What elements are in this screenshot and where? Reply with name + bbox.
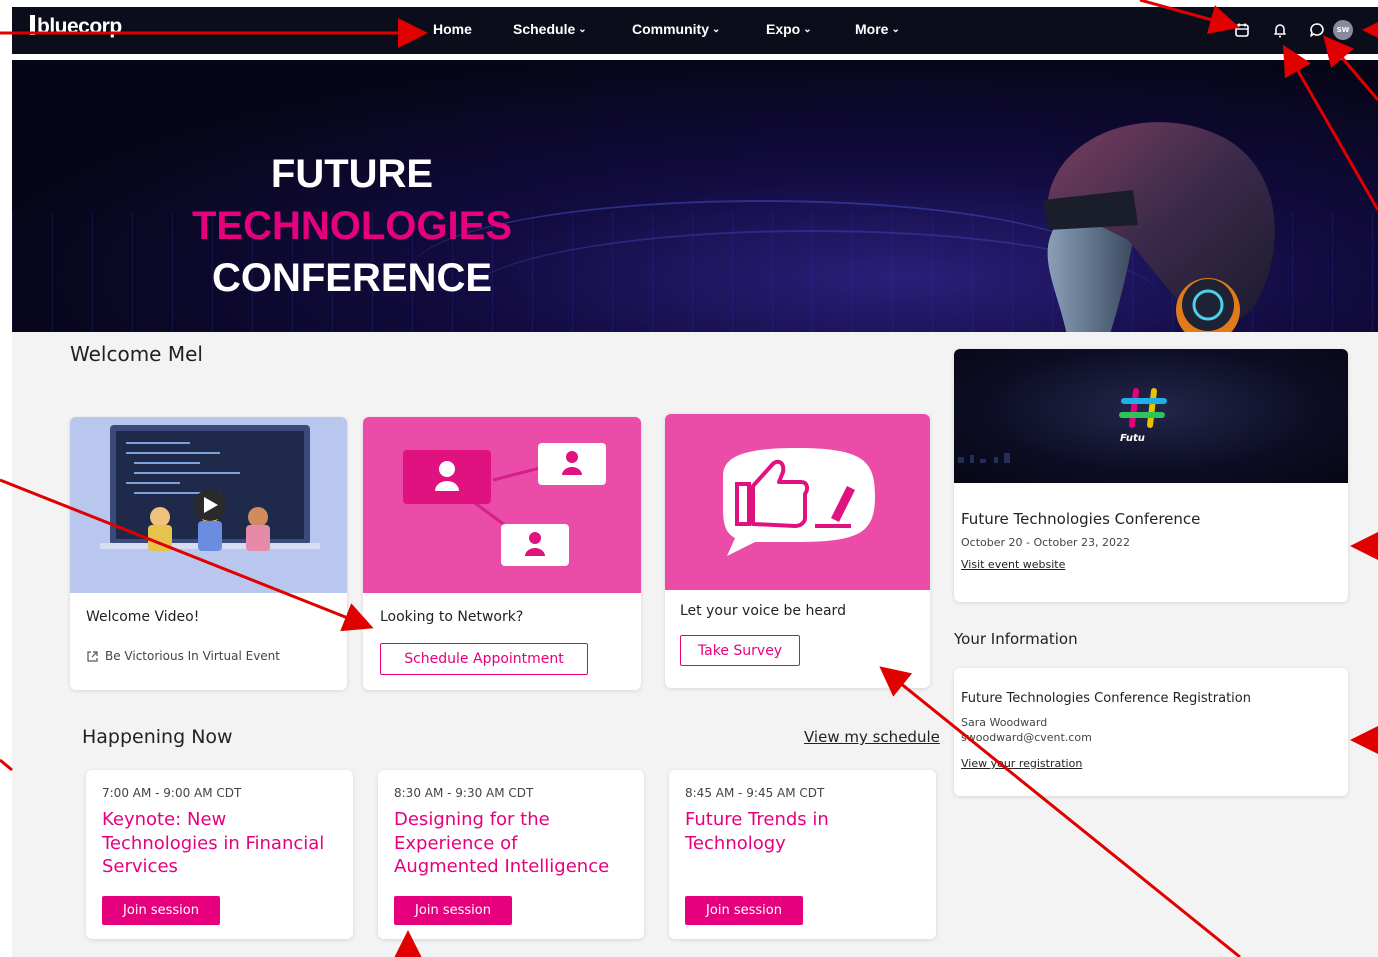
join-session-button[interactable]: Join session [394,896,512,925]
session-title[interactable]: Designing for the Experience of Augmente… [394,808,624,879]
welcome-heading: Welcome Mel [70,342,203,366]
session-card: 8:45 AM - 9:45 AM CDT Future Trends in T… [669,770,936,939]
bluecorp-logo[interactable]: bluecorp [30,15,122,39]
chevron-down-icon: ⌄ [803,23,812,35]
view-registration-link[interactable]: View your registration [961,757,1082,770]
chevron-down-icon: ⌄ [578,23,587,35]
schedule-appointment-button[interactable]: Schedule Appointment [380,643,588,675]
session-time: 8:45 AM - 9:45 AM CDT [685,786,825,800]
survey-card: Let your voice be heard Take Survey [665,414,930,688]
session-card: 7:00 AM - 9:00 AM CDT Keynote: New Techn… [86,770,353,939]
nav-home[interactable]: Home [433,21,472,37]
event-banner-image: Futu [954,349,1348,483]
registration-card: Future Technologies Conference Registrat… [954,668,1348,796]
event-name: Future Technologies Conference [961,510,1201,528]
your-information-heading: Your Information [954,630,1078,648]
join-session-button[interactable]: Join session [102,896,220,925]
external-link-icon [87,650,98,662]
network-illustration [363,417,641,593]
welcome-video-thumbnail[interactable] [70,417,347,593]
take-survey-button[interactable]: Take Survey [680,635,800,666]
session-time: 7:00 AM - 9:00 AM CDT [102,786,242,800]
vr-headset-illustration [1043,122,1275,332]
view-schedule-link[interactable]: View my schedule [804,728,940,746]
attendee-email: swoodward@cvent.com [961,731,1092,744]
calendar-icon[interactable] [1233,21,1251,39]
thumbs-up-illustration [665,414,930,590]
event-link[interactable]: Be Victorious In Virtual Event [86,649,280,663]
banner-caption: Futu [1120,433,1145,444]
hashtag-logo [958,388,1167,463]
join-session-button[interactable]: Join session [685,896,803,925]
attendee-name: Sara Woodward [961,716,1048,729]
chevron-down-icon: ⌄ [891,23,900,35]
hero-banner: FUTURE TECHNOLOGIES CONFERENCE [12,60,1378,332]
card-title: Welcome Video! [86,609,200,625]
chat-icon[interactable] [1308,21,1326,39]
visit-event-website-link[interactable]: Visit event website [961,558,1065,571]
session-time: 8:30 AM - 9:30 AM CDT [394,786,534,800]
registration-title: Future Technologies Conference Registrat… [961,691,1251,706]
nav-community[interactable]: Community ⌄ [632,21,720,37]
top-navigation-bar: bluecorp Home Schedule ⌄ Community ⌄ Expo ⌄… [12,7,1378,57]
bell-icon[interactable] [1271,21,1289,39]
nav-more[interactable]: More ⌄ [855,21,900,37]
session-title[interactable]: Keynote: New Technologies in Financial S… [102,808,332,879]
card-title: Let your voice be heard [680,603,846,619]
welcome-video-card[interactable]: Welcome Video! Be Victorious In Virtual … [70,417,347,690]
session-title[interactable]: Future Trends in Technology [685,808,915,855]
hero-title: FUTURE TECHNOLOGIES CONFERENCE [191,152,513,300]
network-card: Looking to Network? Schedule Appointment [363,417,641,690]
nav-schedule[interactable]: Schedule ⌄ [513,21,587,37]
user-avatar[interactable]: SW [1333,20,1353,40]
happening-now-heading: Happening Now [82,726,233,748]
nav-expo[interactable]: Expo ⌄ [766,21,812,37]
chevron-down-icon: ⌄ [712,23,721,35]
session-card: 8:30 AM - 9:30 AM CDT Designing for the … [378,770,644,939]
event-info-card: Futu Future Technologies Conference Octo… [954,349,1348,602]
event-dates: October 20 - October 23, 2022 [961,536,1130,549]
card-title: Looking to Network? [380,609,524,625]
